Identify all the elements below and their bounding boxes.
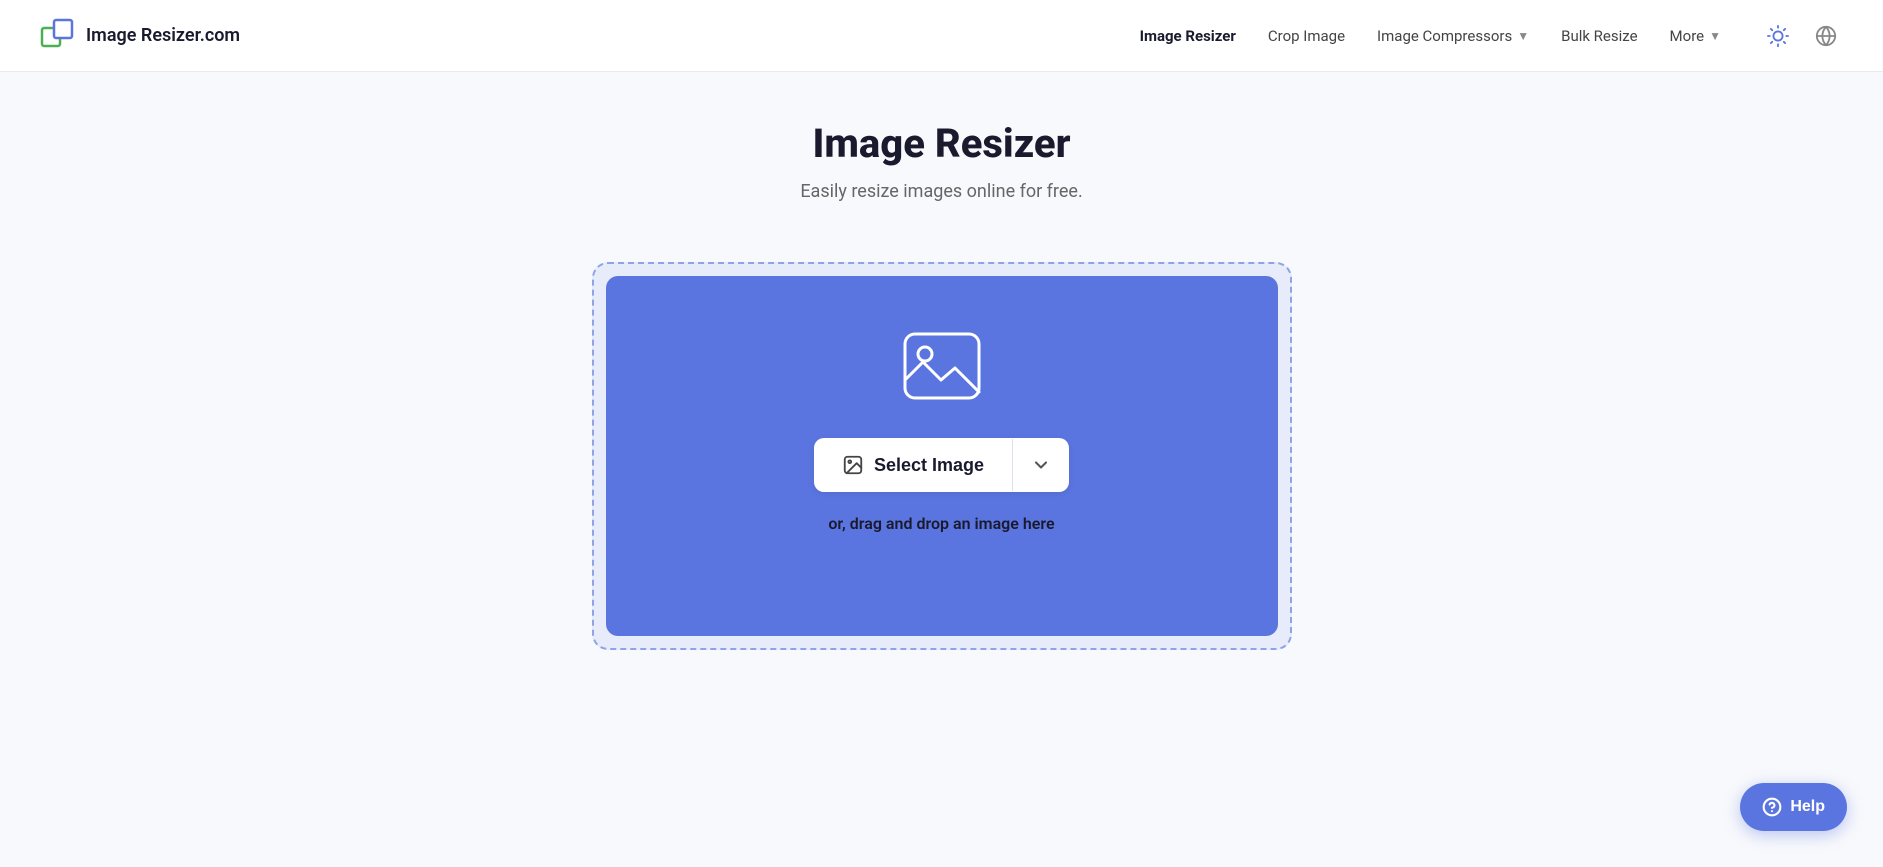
help-circle-icon [1762,797,1782,817]
header: Image Resizer.com Image Resizer Crop Ima… [0,0,1883,72]
upload-image-icon [897,326,987,410]
select-image-dropdown-button[interactable] [1013,439,1069,491]
logo-text: Image Resizer.com [86,25,240,46]
page-subtitle: Easily resize images online for free. [800,181,1082,202]
help-button[interactable]: Help [1740,783,1847,831]
logo[interactable]: Image Resizer.com [40,18,240,54]
main-nav: Image Resizer Crop Image Image Compresso… [1140,19,1843,53]
more-chevron-icon: ▼ [1709,29,1721,43]
nav-image-resizer[interactable]: Image Resizer [1140,27,1236,45]
compressors-chevron-icon: ▼ [1517,29,1529,43]
nav-crop-image[interactable]: Crop Image [1268,27,1345,45]
select-image-button[interactable]: Select Image [814,438,1012,492]
select-image-button-group: Select Image [814,438,1069,492]
nav-image-compressors[interactable]: Image Compressors ▼ [1377,27,1529,45]
nav-icons [1761,19,1843,53]
language-button[interactable] [1809,19,1843,53]
nav-more[interactable]: More ▼ [1670,27,1721,45]
upload-drop-zone[interactable]: Select Image or, drag and drop an image … [606,276,1278,636]
main-content: Image Resizer Easily resize images onlin… [0,72,1883,650]
logo-icon [40,18,76,54]
upload-wrapper: Select Image or, drag and drop an image … [592,262,1292,650]
drag-drop-label: or, drag and drop an image here [828,514,1054,533]
theme-toggle-button[interactable] [1761,19,1795,53]
nav-bulk-resize[interactable]: Bulk Resize [1561,27,1637,45]
page-title: Image Resizer [812,120,1070,167]
chevron-down-icon [1031,455,1051,475]
select-image-icon [842,454,864,476]
